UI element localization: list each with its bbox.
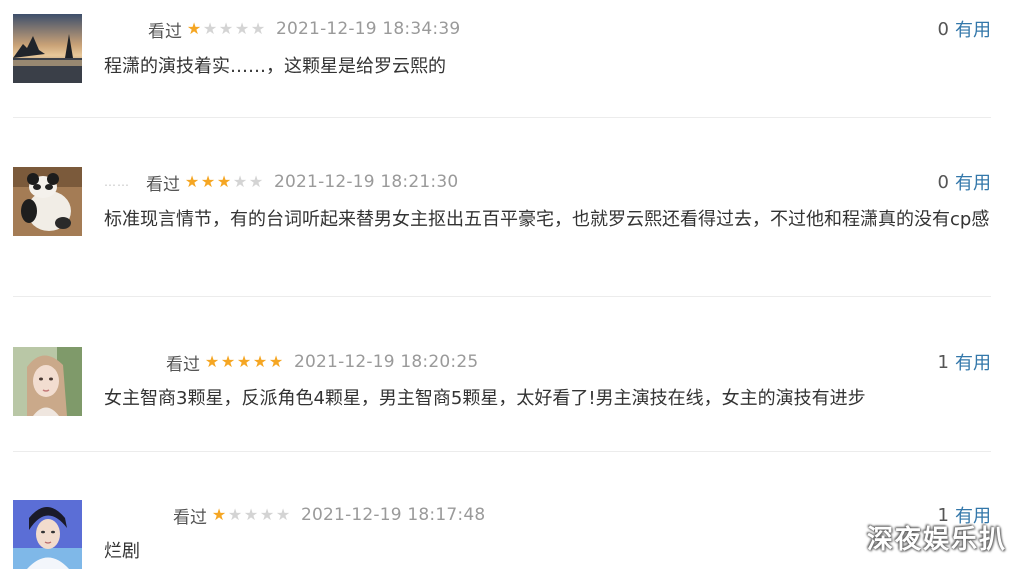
review-meta: 看过 ★ ★ ★ ★ ★ 2021-12-19 18:17:48 — [104, 503, 486, 528]
review-meta: …… 看过 ★ ★ ★ ★ ★ 2021-12-19 18:21:30 — [104, 170, 459, 195]
girl-portrait-avatar[interactable] — [13, 347, 82, 416]
star-icon: ★ — [211, 505, 227, 524]
star-icon: ★ — [243, 505, 259, 524]
useful-count: 0 — [937, 171, 949, 193]
watch-status: 看过 — [148, 21, 182, 42]
useful-button[interactable]: 有用 — [955, 349, 991, 375]
divider — [13, 451, 991, 452]
username[interactable]: …… — [104, 175, 130, 189]
watermark: 深夜娱乐扒 — [866, 525, 1007, 555]
useful-count: 1 — [937, 351, 949, 373]
review-content: 烂剧 — [104, 541, 140, 562]
useful-button[interactable]: 有用 — [955, 169, 991, 195]
star-icon: ★ — [220, 352, 236, 371]
star-icon: ★ — [204, 352, 220, 371]
rating-stars: ★ ★ ★ ★ ★ — [184, 174, 264, 190]
watch-status: 看过 — [173, 507, 207, 528]
useful-vote: 1 有用 — [937, 349, 991, 375]
rating-stars: ★ ★ ★ ★ ★ — [204, 354, 284, 370]
useful-vote: 0 有用 — [937, 169, 991, 195]
review-content: 程潇的演技着实……，这颗星是给罗云熙的 — [104, 56, 446, 77]
sunset-lake-avatar[interactable] — [13, 14, 82, 83]
panda-avatar[interactable] — [13, 167, 82, 236]
star-icon: ★ — [227, 505, 243, 524]
review-time: 2021-12-19 18:17:48 — [301, 505, 486, 525]
review-content: 女主智商3颗星，反派角色4颗星，男主智商5颗星，太好看了!男主演技在线，女主的演… — [104, 388, 866, 409]
star-icon: ★ — [186, 19, 202, 38]
rating-stars: ★ ★ ★ ★ ★ — [211, 507, 291, 523]
star-icon: ★ — [218, 19, 234, 38]
useful-button[interactable]: 有用 — [955, 16, 991, 42]
divider — [13, 117, 991, 118]
star-icon: ★ — [268, 352, 284, 371]
rating-stars: ★ ★ ★ ★ ★ — [186, 21, 266, 37]
star-icon: ★ — [259, 505, 275, 524]
watch-status: 看过 — [146, 174, 180, 195]
star-icon: ★ — [216, 172, 232, 191]
star-icon: ★ — [184, 172, 200, 191]
star-icon: ★ — [248, 172, 264, 191]
star-icon: ★ — [202, 19, 218, 38]
divider — [13, 296, 991, 297]
review-meta: 看过 ★ ★ ★ ★ ★ 2021-12-19 18:20:25 — [104, 350, 479, 375]
watch-status: 看过 — [166, 354, 200, 375]
star-icon: ★ — [200, 172, 216, 191]
star-icon: ★ — [275, 505, 291, 524]
review-meta: 看过 ★ ★ ★ ★ ★ 2021-12-19 18:34:39 — [104, 17, 461, 42]
review-content: 标准现言情节，有的台词听起来替男女主抠出五百平豪宅，也就罗云熙还看得过去，不过他… — [104, 209, 990, 230]
star-icon: ★ — [232, 172, 248, 191]
useful-vote: 0 有用 — [937, 16, 991, 42]
star-icon: ★ — [234, 19, 250, 38]
star-icon: ★ — [250, 19, 266, 38]
star-icon: ★ — [252, 352, 268, 371]
boy-portrait-avatar[interactable] — [13, 500, 82, 569]
useful-count: 0 — [937, 18, 949, 40]
review-time: 2021-12-19 18:20:25 — [294, 352, 479, 372]
star-icon: ★ — [236, 352, 252, 371]
review-time: 2021-12-19 18:21:30 — [274, 172, 459, 192]
review-time: 2021-12-19 18:34:39 — [276, 19, 461, 39]
